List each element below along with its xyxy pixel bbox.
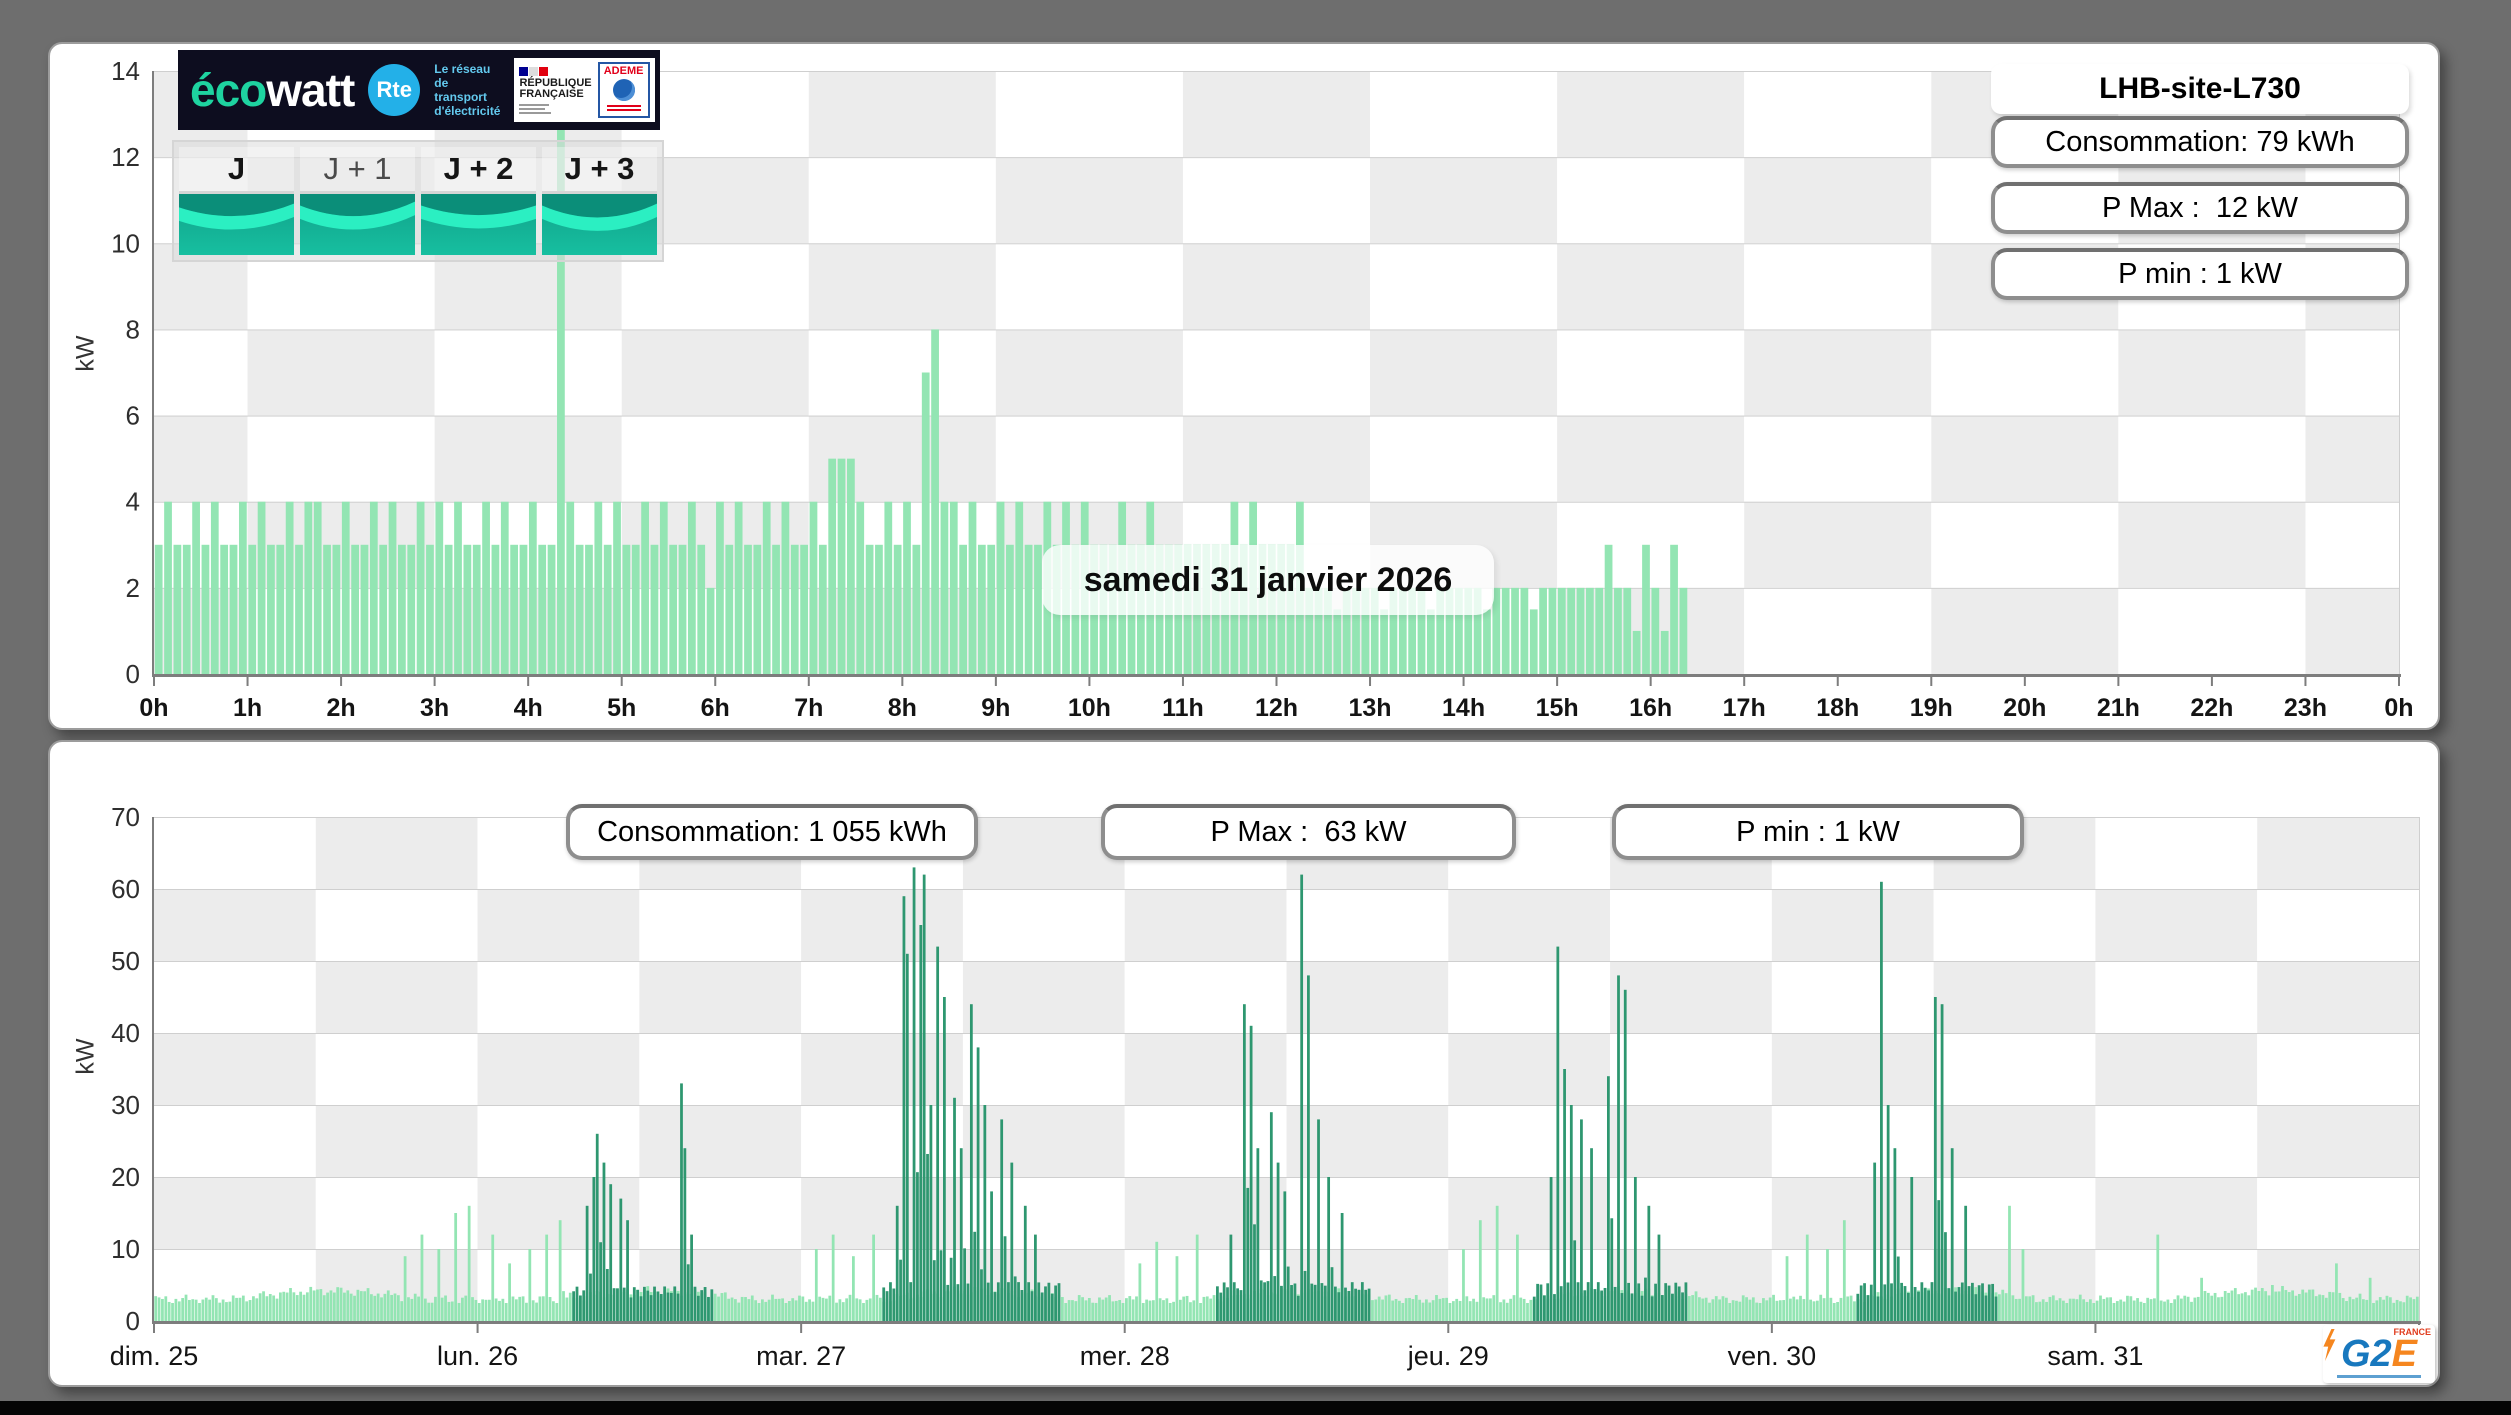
svg-text:23h: 23h: [2284, 694, 2327, 722]
ecowatt-signal-j2-icon: [421, 191, 536, 256]
svg-text:40: 40: [111, 1018, 140, 1048]
svg-text:mer. 28: mer. 28: [1080, 1341, 1170, 1371]
svg-text:3h: 3h: [420, 694, 449, 722]
weekly-consumption-stat: Consommation: 1 055 kWh: [566, 804, 978, 860]
svg-text:10: 10: [111, 1234, 140, 1264]
svg-text:mar. 27: mar. 27: [756, 1341, 846, 1371]
svg-text:15h: 15h: [1536, 694, 1579, 722]
svg-text:2h: 2h: [326, 694, 355, 722]
svg-text:10h: 10h: [1068, 694, 1111, 722]
svg-text:20h: 20h: [2003, 694, 2046, 722]
svg-text:sam. 31: sam. 31: [2047, 1341, 2143, 1371]
lightning-bolt-icon: [2323, 1329, 2336, 1361]
svg-text:9h: 9h: [981, 694, 1010, 722]
french-flag-icon: [519, 66, 591, 76]
svg-text:0h: 0h: [2384, 694, 2413, 722]
svg-text:8h: 8h: [888, 694, 917, 722]
site-name-badge: LHB-site-L730: [1991, 64, 2409, 114]
svg-text:1h: 1h: [233, 694, 262, 722]
svg-text:11h: 11h: [1162, 694, 1204, 722]
daily-pmax-stat: P Max : 12 kW: [1991, 182, 2409, 234]
bottom-black-strip: [0, 1401, 2511, 1415]
svg-text:4h: 4h: [514, 694, 543, 722]
daily-pmin-stat: P min : 1 kW: [1991, 248, 2409, 300]
daily-consumption-stat: Consommation: 79 kWh: [1991, 116, 2409, 168]
svg-text:21h: 21h: [2097, 694, 2140, 722]
svg-text:30: 30: [111, 1090, 140, 1120]
svg-text:6h: 6h: [701, 694, 730, 722]
ecowatt-signal-j-icon: [179, 191, 294, 256]
svg-text:14h: 14h: [1442, 694, 1485, 722]
svg-text:22h: 22h: [2190, 694, 2233, 722]
svg-text:0: 0: [126, 659, 140, 689]
svg-text:2: 2: [126, 573, 140, 603]
svg-text:16h: 16h: [1629, 694, 1672, 722]
ecowatt-signal-j3-icon: [542, 191, 657, 256]
g2e-tagline-line: [2337, 1375, 2421, 1378]
tab-j[interactable]: J: [179, 147, 294, 256]
motto-lines: [519, 102, 591, 114]
globe-icon: [612, 79, 635, 101]
government-logos: RÉPUBLIQUE FRANÇAISE ADEME: [514, 58, 655, 122]
energy-dashboard: 0h 1h 2h 3h 4h 5h 6h 7h 8h 9h 10h 11h 12h 13h 14h 15h 16…: [0, 0, 2511, 1415]
g2e-logo: G2 E FRANCE: [2323, 1325, 2435, 1383]
svg-text:12h: 12h: [1255, 694, 1298, 722]
svg-text:6: 6: [126, 401, 140, 431]
svg-text:10: 10: [111, 228, 140, 258]
daily-chart-panel: 0h 1h 2h 3h 4h 5h 6h 7h 8h 9h 10h 11h 12h 13h 14h 15h 16…: [48, 42, 2440, 730]
tab-j-plus-1[interactable]: J + 1: [300, 147, 415, 256]
svg-text:ven. 30: ven. 30: [1728, 1341, 1817, 1371]
svg-text:jeu. 29: jeu. 29: [1407, 1341, 1489, 1371]
date-overlay-label: samedi 31 janvier 2026: [1042, 545, 1494, 615]
svg-text:18h: 18h: [1816, 694, 1859, 722]
republique-francaise-logo: RÉPUBLIQUE FRANÇAISE: [519, 66, 592, 114]
svg-text:70: 70: [111, 802, 140, 832]
svg-text:50: 50: [111, 946, 140, 976]
svg-text:dim. 25: dim. 25: [110, 1341, 199, 1371]
ecowatt-signal-j1-icon: [300, 191, 415, 256]
ecowatt-banner: écowatt Rte Le réseau de transport d'éle…: [178, 50, 660, 130]
weekly-pmax-stat: P Max : 63 kW: [1101, 804, 1516, 860]
svg-text:lun. 26: lun. 26: [437, 1341, 518, 1371]
rte-logo: Rte: [368, 64, 421, 116]
svg-text:5h: 5h: [607, 694, 636, 722]
svg-text:13h: 13h: [1348, 694, 1391, 722]
forecast-day-tabs: J J + 1 J + 2 J + 3: [172, 140, 664, 262]
weekly-pmin-stat: P min : 1 kW: [1612, 804, 2024, 860]
svg-text:0h: 0h: [139, 694, 168, 722]
tab-j-plus-2[interactable]: J + 2: [421, 147, 536, 256]
bottom-y-axis-unit-label: kW: [71, 1038, 100, 1075]
ecowatt-logo: écowatt: [190, 64, 355, 116]
top-y-axis-unit-label: kW: [71, 335, 100, 372]
svg-text:0: 0: [126, 1306, 140, 1336]
svg-text:20: 20: [111, 1162, 140, 1192]
svg-text:7h: 7h: [794, 694, 823, 722]
weekly-chart-panel: dim. 25 lun. 26 mar. 27 mer. 28 jeu. 29 ven. …: [48, 740, 2440, 1387]
ademe-logo: ADEME: [597, 62, 650, 118]
svg-text:8: 8: [126, 314, 140, 344]
svg-text:14: 14: [111, 56, 140, 86]
svg-text:19h: 19h: [1910, 694, 1953, 722]
svg-text:17h: 17h: [1723, 694, 1766, 722]
rte-tagline: Le réseau de transport d'électricité: [434, 62, 501, 118]
svg-text:12: 12: [111, 142, 140, 172]
svg-text:4: 4: [126, 487, 140, 517]
tab-j-plus-3[interactable]: J + 3: [542, 147, 657, 256]
svg-text:60: 60: [111, 874, 140, 904]
